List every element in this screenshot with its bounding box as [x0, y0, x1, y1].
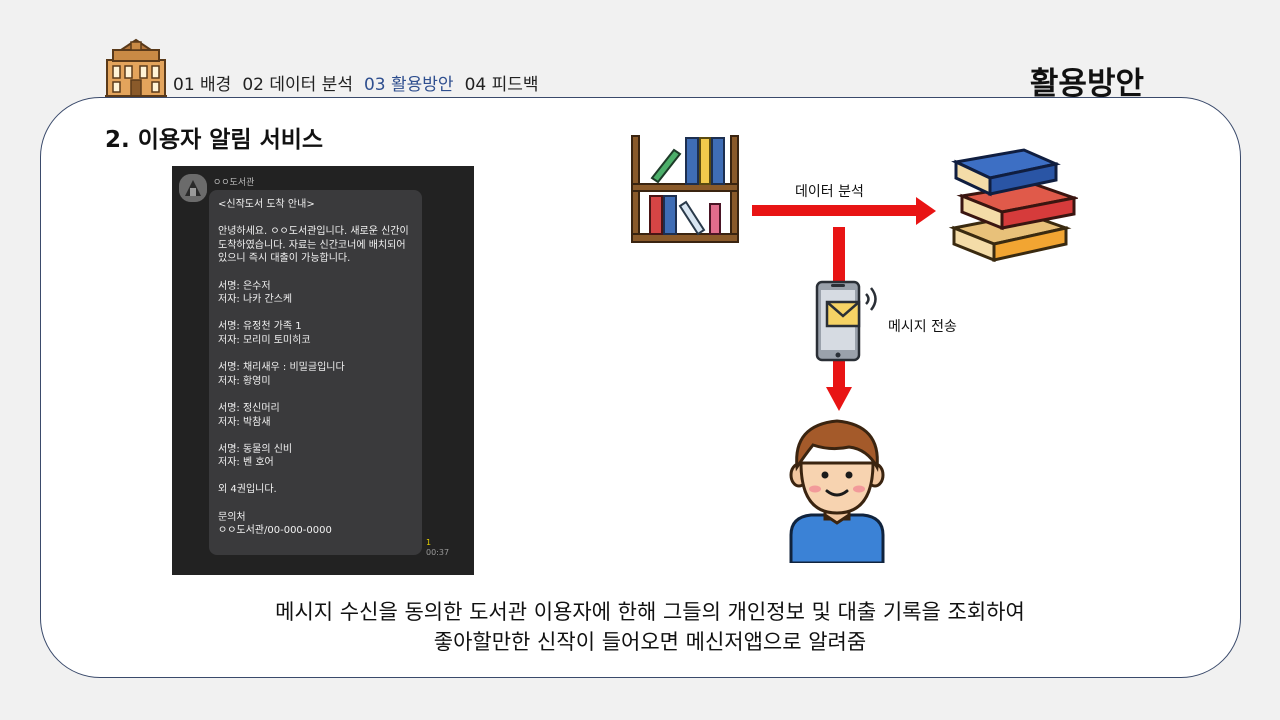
caption-line-2: 좋아할만한 신작이 들어오면 메신저앱으로 알려줌 [433, 630, 867, 654]
library-avatar-icon [179, 174, 207, 202]
library-building-icon [105, 38, 167, 97]
nav-item-background[interactable]: 01 배경 [173, 70, 231, 95]
unread-count: 1 [426, 538, 432, 547]
nav-item-data-analysis[interactable]: 02 데이터 분석 [242, 70, 353, 95]
person-icon [789, 419, 885, 563]
nav-item-application[interactable]: 03 활용방안 [364, 70, 454, 95]
caption-line-1: 메시지 수신을 동의한 도서관 이용자에 한해 그들의 개인정보 및 대출 기록… [275, 600, 1025, 624]
sender-name: ㅇㅇ도서관 [213, 178, 255, 188]
nav-item-feedback[interactable]: 04 피드백 [465, 70, 539, 95]
message-time: 00:37 [426, 548, 450, 557]
book-stack-icon [948, 148, 1078, 262]
messenger-screenshot: ㅇㅇ도서관 <신작도서 도착 안내> 안녕하세요. ㅇㅇ도서관입니다. 새로운 … [172, 166, 474, 575]
slide: 01 배경 02 데이터 분석 03 활용방안 04 피드백 활용방안 2. 이… [0, 0, 1280, 720]
message-bubble: <신작도서 도착 안내> 안녕하세요. ㅇㅇ도서관입니다. 새로운 신간이 도착… [209, 190, 422, 555]
analysis-label: 데이터 분석 [795, 184, 864, 200]
bookshelf-icon [631, 135, 739, 243]
section-nav: 01 배경 02 데이터 분석 03 활용방안 04 피드백 [173, 70, 550, 95]
phone-message-icon [815, 280, 877, 362]
send-label: 메시지 전송 [888, 319, 957, 335]
section-title: 2. 이용자 알림 서비스 [105, 127, 324, 153]
